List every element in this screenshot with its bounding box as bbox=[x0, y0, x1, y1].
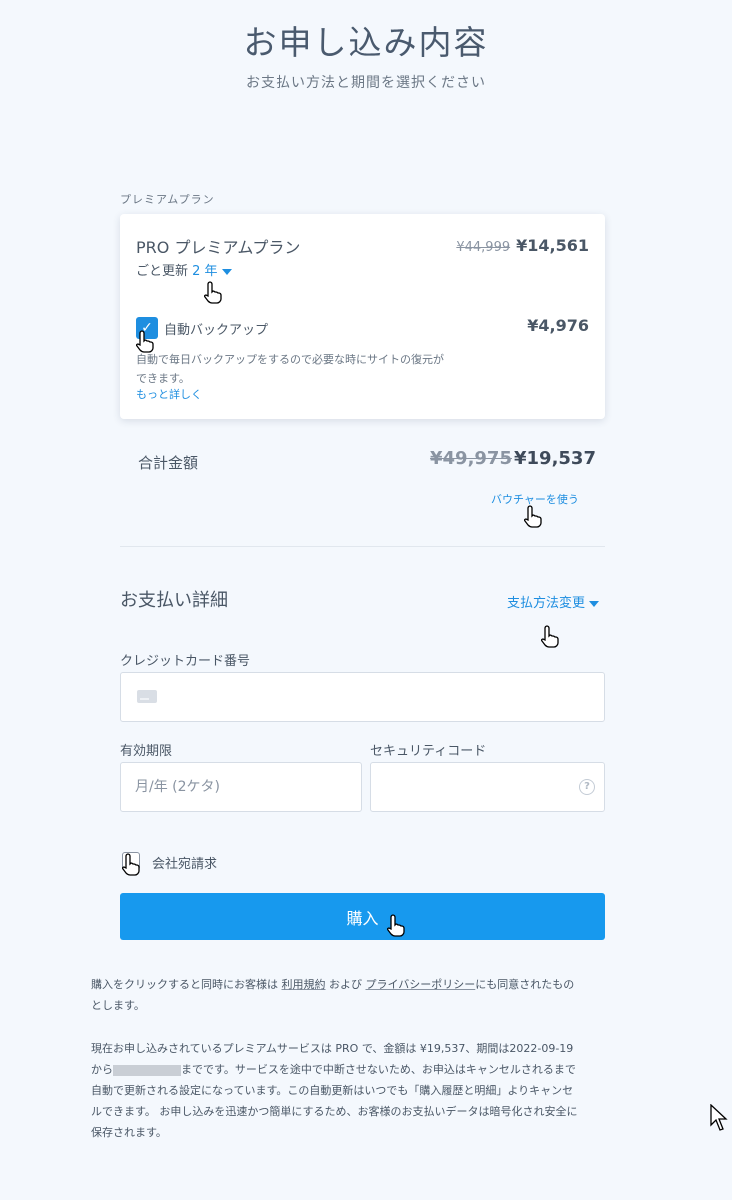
expiry-input[interactable] bbox=[120, 762, 362, 812]
renew-prefix: ごと更新 bbox=[136, 264, 189, 279]
renew-row: ごと更新 2 年 bbox=[136, 260, 232, 279]
plan-name: PRO プレミアムプラン bbox=[136, 238, 301, 257]
arrow-cursor-icon bbox=[710, 1104, 728, 1131]
more-info-link[interactable]: もっと詳しく bbox=[136, 386, 202, 402]
hand-pointer-icon bbox=[387, 914, 405, 937]
hand-pointer-icon bbox=[524, 505, 542, 528]
backup-label[interactable]: 自動バックアップ bbox=[164, 319, 268, 338]
plan-card: PRO プレミアムプラン ごと更新 2 年 ¥44,999 ¥14,561 ✓ 自… bbox=[120, 214, 605, 419]
credit-card-icon bbox=[137, 690, 157, 703]
backup-price: ¥4,976 bbox=[527, 316, 589, 335]
header: お申し込み内容 お支払い方法と期間を選択ください bbox=[0, 0, 732, 92]
hand-pointer-icon bbox=[204, 281, 222, 304]
hand-pointer-icon bbox=[541, 625, 559, 648]
help-icon[interactable]: ? bbox=[579, 779, 595, 795]
total-label: 合計金額 bbox=[138, 454, 199, 472]
renew-period-dropdown[interactable]: 2 年 bbox=[192, 264, 232, 279]
plan-original-price: ¥44,999 bbox=[456, 240, 511, 255]
hand-pointer-icon bbox=[122, 853, 140, 876]
expiry-label: 有効期限 bbox=[120, 744, 173, 759]
page-title: お申し込み内容 bbox=[243, 23, 489, 62]
plan-section-label: プレミアムプラン bbox=[120, 193, 215, 206]
privacy-policy-link[interactable]: プライバシーポリシー bbox=[366, 978, 476, 991]
caret-down-icon[interactable] bbox=[589, 600, 600, 607]
terms-text-part: 購入をクリックすると同時にお客様は bbox=[91, 978, 278, 991]
subscription-notice: 現在お申し込みされているプレミアムサービスは PRO で、金額は ¥19,537… bbox=[91, 1038, 581, 1143]
security-code-label: セキュリティコード bbox=[370, 744, 487, 759]
purchase-button[interactable]: 購入 bbox=[120, 893, 605, 940]
payment-method-label[interactable]: 支払方法変更 bbox=[507, 596, 585, 611]
security-code-input[interactable] bbox=[370, 762, 605, 812]
total-original-price: ¥49,975 bbox=[430, 448, 512, 469]
card-number-input[interactable] bbox=[120, 672, 605, 722]
divider bbox=[120, 546, 605, 547]
hand-pointer-icon bbox=[136, 330, 154, 353]
backup-description: 自動で毎日バックアップをするので必要な時にサイトの復元ができます。 bbox=[136, 353, 444, 385]
terms-text: 購入をクリックすると同時にお客様は 利用規約 および プライバシーポリシーにも同… bbox=[91, 974, 581, 1016]
redacted-date bbox=[113, 1064, 181, 1076]
renew-period-value[interactable]: 2 年 bbox=[192, 264, 217, 279]
terms-of-service-link[interactable]: 利用規約 bbox=[282, 978, 326, 991]
terms-text-part: および bbox=[329, 978, 362, 991]
plan-current-price: ¥14,561 bbox=[516, 236, 589, 255]
company-billing-label[interactable]: 会社宛請求 bbox=[152, 853, 217, 872]
caret-down-icon[interactable] bbox=[221, 268, 232, 275]
payment-title: お支払い詳細 bbox=[120, 590, 228, 611]
total-price: ¥19,537 bbox=[514, 448, 596, 469]
card-number-label: クレジットカード番号 bbox=[120, 654, 251, 669]
page-subtitle: お支払い方法と期間を選択ください bbox=[246, 75, 486, 91]
payment-method-dropdown[interactable]: 支払方法変更 bbox=[507, 592, 600, 611]
plan-price: ¥44,999 ¥14,561 bbox=[456, 236, 589, 255]
